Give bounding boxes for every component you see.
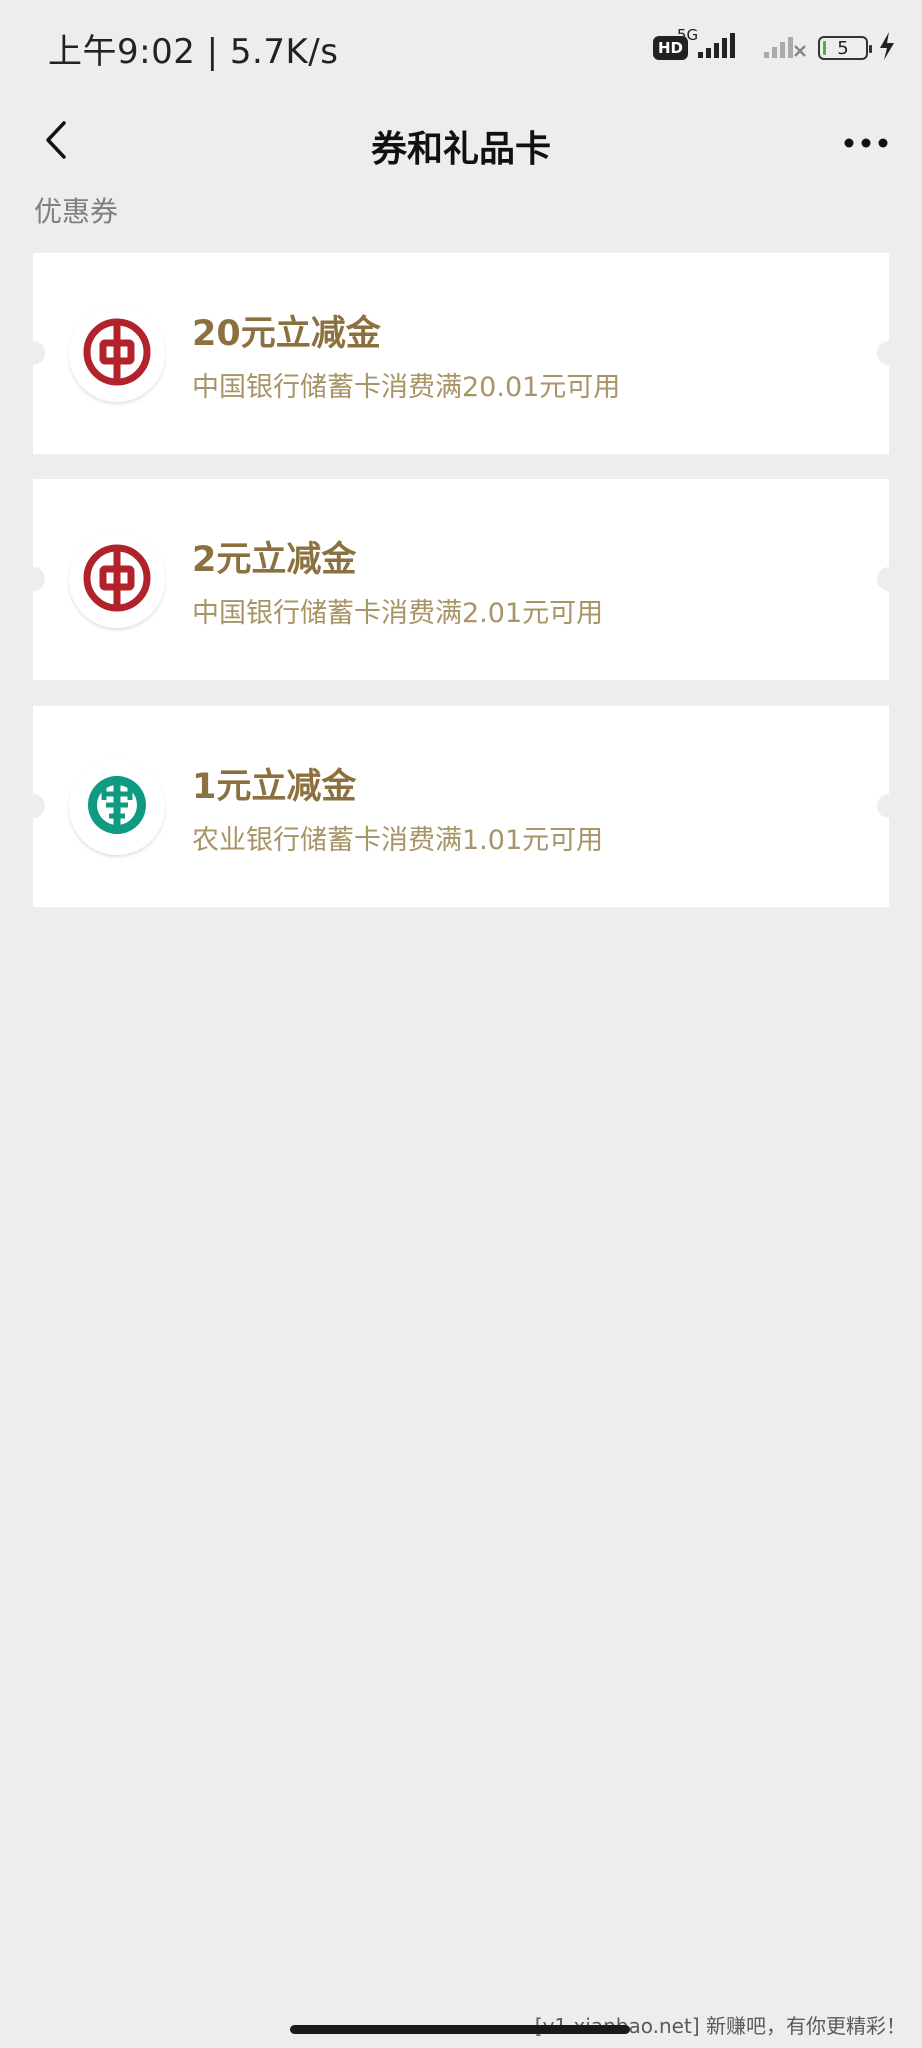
signal-weak-icon <box>764 31 808 65</box>
bank-logo <box>69 532 165 628</box>
card-notch <box>21 794 45 818</box>
coupon-title: 1元立减金 <box>192 767 357 807</box>
abc-logo-icon <box>82 770 152 844</box>
bank-logo <box>69 759 165 855</box>
coupon-card[interactable]: 2元立减金 中国银行储蓄卡消费满2.01元可用 <box>21 479 901 680</box>
coupon-description: 农业银行储蓄卡消费满1.01元可用 <box>192 825 604 856</box>
card-notch <box>21 341 45 365</box>
hd-badge: HD <box>652 36 688 60</box>
page-title: 券和礼品卡 <box>370 129 551 170</box>
section-label-coupons: 优惠券 <box>34 195 119 228</box>
nav-bar: 券和礼品卡 <box>0 92 922 192</box>
more-button[interactable] <box>830 110 902 174</box>
card-notch <box>877 567 901 591</box>
battery-level: 5 <box>837 37 849 59</box>
charging-icon <box>878 32 896 64</box>
coupon-card[interactable]: 1元立减金 农业银行储蓄卡消费满1.01元可用 <box>21 706 901 907</box>
boc-logo-icon <box>82 543 152 617</box>
status-icons: HD 5 <box>652 28 896 68</box>
home-indicator[interactable] <box>290 2025 630 2034</box>
card-notch <box>877 794 901 818</box>
battery-icon: 5 <box>818 36 872 60</box>
status-time: 上午9:02 | 5.7K/s <box>48 32 339 72</box>
coupon-description: 中国银行储蓄卡消费满20.01元可用 <box>192 372 621 403</box>
signal-icon <box>698 31 754 65</box>
card-notch <box>21 567 45 591</box>
coupon-description: 中国银行储蓄卡消费满2.01元可用 <box>192 598 604 629</box>
bank-logo <box>69 306 165 402</box>
card-notch <box>877 341 901 365</box>
coupon-title: 2元立减金 <box>192 540 357 580</box>
coupon-title: 20元立减金 <box>192 314 381 354</box>
status-bar: 上午9:02 | 5.7K/s 5G HD 5 <box>0 0 922 92</box>
boc-logo-icon <box>82 317 152 391</box>
more-dots-icon <box>844 133 888 152</box>
coupon-card[interactable]: 20元立减金 中国银行储蓄卡消费满20.01元可用 <box>21 253 901 454</box>
